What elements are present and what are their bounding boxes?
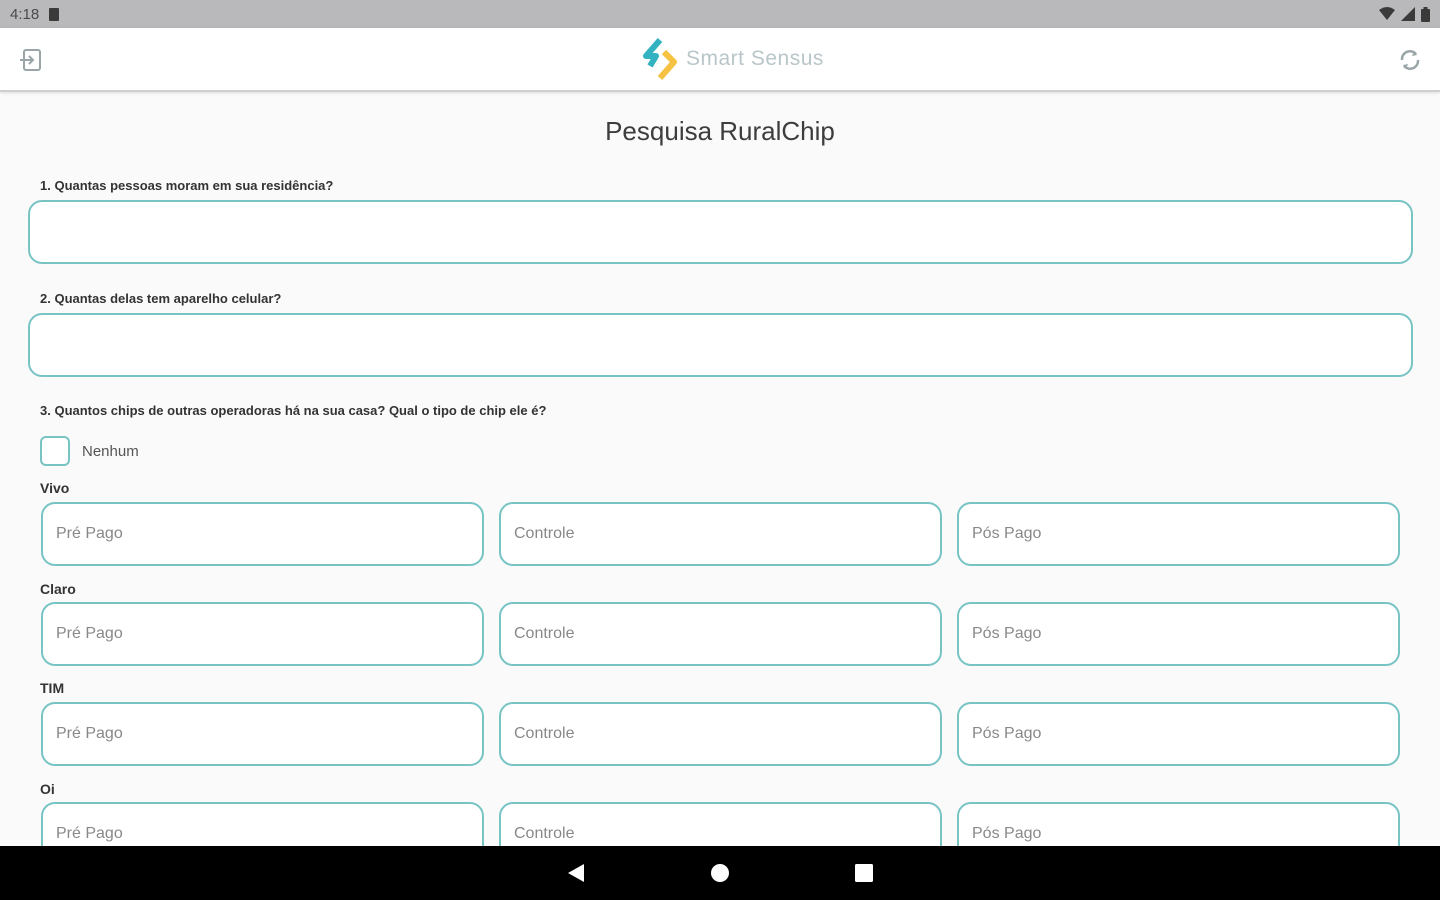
input-placeholder: Pré Pago [56,525,123,542]
sim-icon [49,7,60,21]
question-2-label: 2. Quantas delas tem aparelho celular? [40,291,282,306]
recents-icon[interactable] [852,861,876,885]
input-placeholder: Controle [514,725,575,742]
back-icon[interactable] [564,861,588,885]
none-checkbox-label: Nenhum [82,442,139,460]
input-placeholder: Pré Pago [56,725,123,742]
survey-form: Pesquisa RuralChip 1. Quantas pessoas mo… [0,94,1440,846]
input-placeholder: Pré Pago [56,625,123,642]
claro-pre-pago-input[interactable]: Pré Pago [41,602,484,666]
none-checkbox[interactable] [40,436,70,466]
app-bar: Smart Sensus [0,28,1440,92]
claro-pos-pago-input[interactable]: Pós Pago [957,602,1400,666]
question-2-input[interactable] [28,313,1413,377]
navigation-bar [0,846,1440,900]
brand-logo: Smart Sensus [640,37,824,81]
input-placeholder: Pós Pago [972,825,1042,842]
battery-icon [1421,6,1430,22]
tim-controle-input[interactable]: Controle [499,702,942,766]
logo-icon [643,38,677,80]
oi-controle-input[interactable]: Controle [499,802,942,846]
page-title: Pesquisa RuralChip [605,116,835,146]
oi-pos-pago-input[interactable]: Pós Pago [957,802,1400,846]
question-1-input[interactable] [28,200,1413,264]
question-3-label: 3. Quantos chips de outras operadoras há… [40,403,547,418]
claro-controle-input[interactable]: Controle [499,602,942,666]
home-icon[interactable] [708,861,732,885]
question-1-label: 1. Quantas pessoas moram em sua residênc… [40,178,334,193]
input-placeholder: Pós Pago [972,725,1042,742]
operator-label-claro: Claro [40,581,76,597]
input-placeholder: Controle [514,625,575,642]
vivo-controle-input[interactable]: Controle [499,502,942,566]
operator-label-tim: TIM [40,680,65,696]
wifi-icon [1379,7,1395,20]
input-placeholder: Controle [514,525,575,542]
operator-label-oi: Oi [40,781,55,797]
tim-pre-pago-input[interactable]: Pré Pago [41,702,484,766]
exit-icon[interactable] [18,46,46,74]
none-checkbox-row[interactable]: Nenhum [40,436,139,466]
input-placeholder: Pré Pago [56,825,123,842]
vivo-pos-pago-input[interactable]: Pós Pago [957,502,1400,566]
brand-name: Smart Sensus [686,47,824,70]
status-bar: 4:18 [0,0,1440,28]
signal-icon [1401,7,1415,21]
sync-icon[interactable] [1396,46,1424,74]
status-time: 4:18 [10,5,40,23]
input-placeholder: Pós Pago [972,625,1042,642]
vivo-pre-pago-input[interactable]: Pré Pago [41,502,484,566]
tim-pos-pago-input[interactable]: Pós Pago [957,702,1400,766]
input-placeholder: Pós Pago [972,525,1042,542]
oi-pre-pago-input[interactable]: Pré Pago [41,802,484,846]
input-placeholder: Controle [514,825,575,842]
operator-label-vivo: Vivo [40,480,70,496]
